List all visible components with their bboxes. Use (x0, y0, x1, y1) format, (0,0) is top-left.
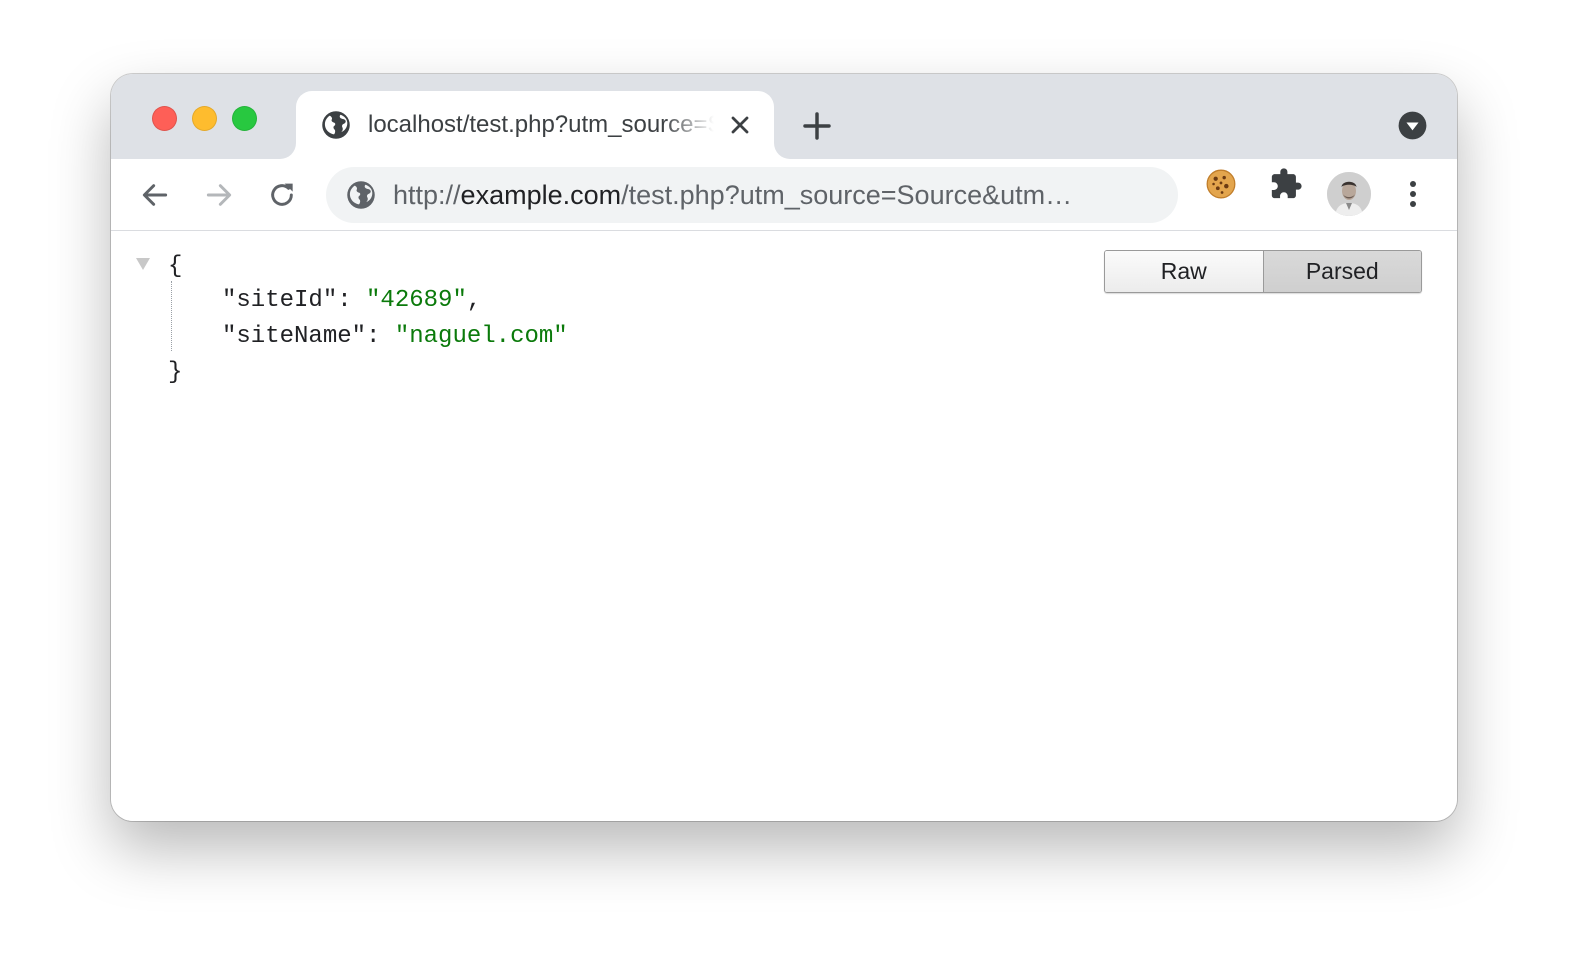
json-key: "siteId" (222, 287, 338, 314)
close-window-button[interactable] (152, 106, 177, 131)
json-entry: "siteName": "naguel.com" (222, 321, 568, 353)
address-bar[interactable]: http://example.com/test.php?utm_source=S… (326, 167, 1178, 223)
json-close-brace: } (168, 359, 183, 386)
kebab-menu-icon[interactable] (1401, 177, 1425, 211)
new-tab-plus-icon[interactable] (801, 110, 833, 142)
url-text[interactable]: http://example.com/test.php?utm_source=S… (393, 178, 1153, 212)
json-key: "siteName" (222, 323, 367, 350)
cookie-icon[interactable] (1204, 167, 1238, 201)
json-string-value: "42689" (366, 287, 467, 314)
json-viewer: { "siteId": "42689", "siteName": "naguel… (111, 231, 1457, 821)
avatar-photo (1327, 172, 1371, 216)
globe-icon (322, 111, 350, 139)
raw-button[interactable]: Raw (1105, 251, 1264, 292)
close-icon[interactable] (726, 111, 754, 139)
url-scheme: http:// (393, 180, 461, 210)
zoom-window-button[interactable] (232, 106, 257, 131)
json-entry: "siteId": "42689", (222, 285, 481, 317)
arrow-right-icon[interactable] (203, 179, 235, 211)
json-string-value: "naguel.com" (394, 323, 568, 350)
url-host: example.com (460, 180, 622, 210)
json-comma: , (466, 287, 482, 314)
json-separator: : (337, 287, 367, 314)
view-mode-toggle: Raw Parsed (1104, 250, 1422, 293)
site-info-globe-icon[interactable] (346, 180, 376, 210)
desktop-background: localhost/test.php?utm_source=Source&utm… (0, 0, 1578, 974)
profile-avatar[interactable] (1327, 172, 1371, 216)
parsed-button[interactable]: Parsed (1263, 251, 1421, 292)
json-open-brace: { (168, 253, 183, 280)
tab-active[interactable]: localhost/test.php?utm_source=Source&utm… (296, 91, 774, 159)
tab-strip: localhost/test.php?utm_source=Source&utm… (111, 74, 1457, 159)
collapse-triangle-icon[interactable] (135, 257, 151, 271)
browser-window: localhost/test.php?utm_source=Source&utm… (111, 74, 1457, 821)
tab-title: localhost/test.php?utm_source=Source&utm… (368, 111, 714, 138)
browser-toolbar: http://example.com/test.php?utm_source=S… (111, 159, 1457, 231)
arrow-left-icon[interactable] (139, 179, 171, 211)
json-separator: : (366, 323, 395, 350)
tab-search-chevron-icon[interactable] (1398, 111, 1427, 140)
puzzle-icon[interactable] (1269, 167, 1303, 201)
url-path: /test.php?utm_source=Source&utm… (621, 180, 1073, 210)
minimize-window-button[interactable] (192, 106, 217, 131)
indent-guide (171, 281, 172, 351)
reload-icon[interactable] (266, 179, 298, 211)
